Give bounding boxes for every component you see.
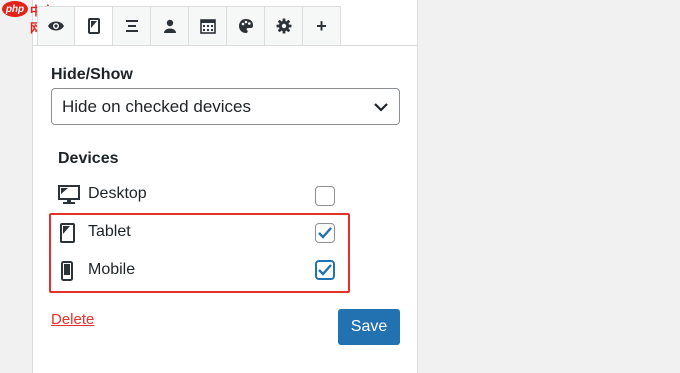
- hide-show-selected-value: Hide on checked devices: [62, 96, 252, 116]
- desktop-checkbox[interactable]: [315, 186, 335, 206]
- tab-visibility[interactable]: [37, 6, 75, 46]
- tab-users[interactable]: [151, 6, 189, 46]
- desktop-icon: [58, 185, 80, 204]
- device-label-desktop: Desktop: [88, 185, 147, 202]
- tab-alignment[interactable]: [113, 6, 151, 46]
- php-logo: php: [2, 1, 28, 17]
- settings-tabs: +: [37, 6, 341, 46]
- chevron-down-icon: [374, 103, 388, 112]
- user-icon: [163, 19, 176, 33]
- tab-devices[interactable]: [75, 6, 113, 46]
- highlight-annotation-box: [49, 213, 350, 293]
- hide-show-select[interactable]: Hide on checked devices: [51, 88, 400, 125]
- tab-add[interactable]: +: [303, 6, 341, 46]
- plus-icon: +: [316, 16, 327, 36]
- delete-link[interactable]: Delete: [51, 311, 94, 328]
- tab-settings[interactable]: [265, 6, 303, 46]
- tab-style[interactable]: [227, 6, 265, 46]
- device-row-desktop: Desktop: [58, 182, 338, 208]
- palette-icon: [238, 19, 253, 33]
- save-button[interactable]: Save: [338, 309, 400, 345]
- devices-title: Devices: [58, 150, 119, 167]
- tab-divider: [32, 45, 418, 46]
- eye-icon: [48, 21, 64, 31]
- align-center-icon: [125, 20, 138, 32]
- calendar-icon: [199, 19, 216, 34]
- tablet-icon: [87, 18, 100, 34]
- hide-show-label: Hide/Show: [51, 66, 133, 83]
- gear-icon: [276, 18, 291, 34]
- tab-schedule[interactable]: [189, 6, 227, 46]
